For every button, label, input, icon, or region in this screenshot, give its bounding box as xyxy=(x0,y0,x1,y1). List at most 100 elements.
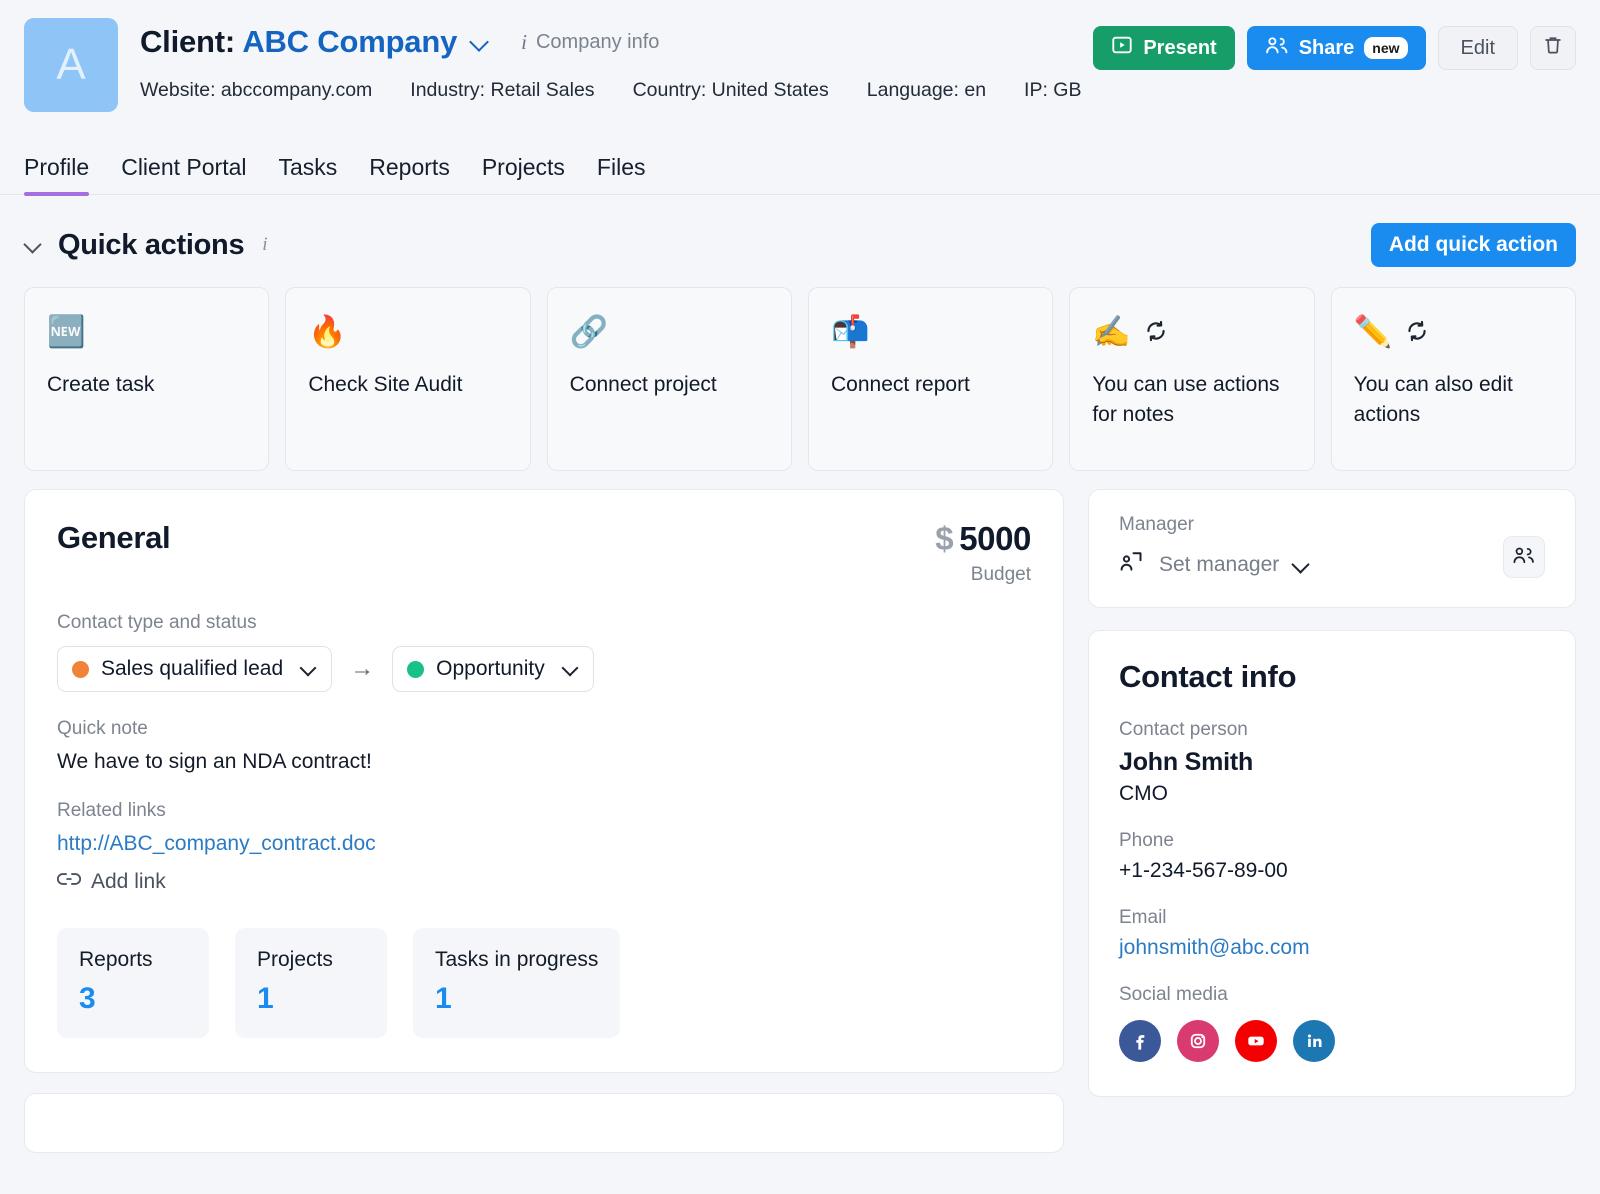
manager-label: Manager xyxy=(1119,514,1194,535)
chevron-down-icon[interactable] xyxy=(469,31,491,53)
company-info-button[interactable]: i Company info xyxy=(521,31,659,54)
writing-hand-icon: ✍️ xyxy=(1092,313,1131,349)
client-name: ABC Company xyxy=(242,24,458,59)
contact-status-row: Sales qualified lead → Opportunity xyxy=(57,646,1031,692)
quick-actions-grid: 🆕 Create task 🔥 Check Site Audit 🔗 Conne… xyxy=(0,267,1600,471)
quick-action-icons: 📬 xyxy=(831,308,1030,354)
header-main: Client: ABC Company i Company info Websi… xyxy=(140,18,1093,102)
manager-left: Manager Set manager xyxy=(1119,514,1503,579)
quick-action-label: Connect report xyxy=(830,373,970,396)
email-value[interactable]: johnsmith@abc.com xyxy=(1119,936,1545,960)
contact-info-title: Contact info xyxy=(1119,659,1297,694)
present-label: Present xyxy=(1143,36,1217,59)
related-links-label: Related links xyxy=(57,800,166,821)
quick-action-label: You can also edit actions xyxy=(1353,373,1513,427)
contact-person-name: John Smith xyxy=(1119,748,1254,776)
manager-card: Manager Set manager xyxy=(1088,489,1576,608)
general-header: General $5000 Budget xyxy=(57,520,1031,586)
tab-files[interactable]: Files xyxy=(597,154,646,194)
stat-card-tasks-in-progress[interactable]: Tasks in progress 1 xyxy=(413,928,621,1038)
related-link[interactable]: http://ABC_company_contract.doc xyxy=(57,832,376,856)
quick-action-card[interactable]: 🆕 Create task xyxy=(24,287,270,471)
meta-industry: Industry: Retail Sales xyxy=(410,79,595,101)
stat-card-projects[interactable]: Projects 1 xyxy=(235,928,387,1038)
quick-action-card[interactable]: ✏️ You can also edit actions xyxy=(1330,287,1576,471)
quick-actions-title: Quick actions xyxy=(58,228,245,261)
sync-icon xyxy=(1143,318,1169,344)
share-button[interactable]: Share new xyxy=(1246,26,1426,70)
arrow-right-icon: → xyxy=(350,655,375,682)
phone-value: +1-234-567-89-00 xyxy=(1119,859,1288,882)
tab-projects[interactable]: Projects xyxy=(482,154,565,194)
social-media-links xyxy=(1119,1020,1545,1062)
quick-action-card[interactable]: 🔗 Connect project xyxy=(546,287,792,471)
stat-value: 1 xyxy=(257,982,274,1015)
quick-action-icons: 🔗 xyxy=(570,308,769,354)
facebook-icon[interactable] xyxy=(1119,1020,1161,1062)
contact-person-label: Contact person xyxy=(1119,719,1248,740)
title-prefix: Client: xyxy=(140,24,236,59)
meta-website: Website: abccompany.com xyxy=(140,79,373,101)
general-title: General xyxy=(57,520,171,555)
stat-label: Projects xyxy=(257,948,333,971)
next-section-card xyxy=(24,1093,1064,1153)
quick-note-value[interactable]: We have to sign an NDA contract! xyxy=(57,750,1031,774)
chevron-down-icon[interactable] xyxy=(24,235,44,255)
share-label: Share xyxy=(1298,36,1355,59)
edit-button[interactable]: Edit xyxy=(1437,26,1518,70)
stat-value: 1 xyxy=(435,982,452,1015)
quick-action-icons: 🔥 xyxy=(308,308,507,354)
set-manager-select[interactable]: Set manager xyxy=(1119,550,1503,579)
chevron-down-icon xyxy=(301,661,317,677)
stat-card-reports[interactable]: Reports 3 xyxy=(57,928,209,1038)
client-meta-row: Website: abccompany.com Industry: Retail… xyxy=(140,79,1093,102)
present-button[interactable]: Present xyxy=(1093,26,1235,70)
chevron-down-icon xyxy=(1293,556,1311,574)
phone-label: Phone xyxy=(1119,830,1174,851)
budget-amount: 5000 xyxy=(959,520,1031,557)
tab-reports[interactable]: Reports xyxy=(369,154,450,194)
info-icon: i xyxy=(521,29,527,54)
right-column: Manager Set manager Contact info Contact… xyxy=(1088,489,1576,1097)
quick-action-card[interactable]: 🔥 Check Site Audit xyxy=(285,287,531,471)
main-content: General $5000 Budget Contact type and st… xyxy=(0,471,1600,1153)
left-column: General $5000 Budget Contact type and st… xyxy=(24,489,1064,1153)
quick-action-icons: ✏️ xyxy=(1354,308,1553,354)
contact-person-role: CMO xyxy=(1119,782,1168,805)
status-dot xyxy=(407,660,425,678)
tab-profile[interactable]: Profile xyxy=(24,154,90,196)
person-add-icon xyxy=(1119,550,1145,579)
tab-tasks[interactable]: Tasks xyxy=(278,154,337,194)
header-actions: Present Share new Edit xyxy=(1093,18,1576,70)
info-icon[interactable]: i xyxy=(262,234,267,256)
manage-team-button[interactable] xyxy=(1503,536,1545,578)
linkedin-icon[interactable] xyxy=(1293,1020,1335,1062)
page-header: A Client: ABC Company i Company info Web… xyxy=(0,0,1600,112)
status-dot xyxy=(72,660,89,678)
tab-client-portal[interactable]: Client Portal xyxy=(121,154,246,194)
instagram-icon[interactable] xyxy=(1177,1020,1219,1062)
mailbox-icon: 📬 xyxy=(830,313,870,349)
delete-button[interactable] xyxy=(1530,26,1576,70)
contact-info-card: Contact info Contact person John Smith C… xyxy=(1088,630,1576,1097)
page-title: Client: ABC Company xyxy=(140,24,457,60)
profile-tabs: Profile Client Portal Tasks Reports Proj… xyxy=(0,124,1600,196)
add-quick-action-button[interactable]: Add quick action xyxy=(1370,223,1576,267)
people-icon xyxy=(1265,34,1289,62)
add-link-label: Add link xyxy=(91,870,166,893)
contact-type-select[interactable]: Sales qualified lead xyxy=(57,646,333,692)
contact-status-select[interactable]: Opportunity xyxy=(392,646,594,692)
add-link-button[interactable]: Add link xyxy=(56,870,1031,894)
youtube-icon[interactable] xyxy=(1235,1020,1277,1062)
quick-action-card[interactable]: ✍️ You can use actions for notes xyxy=(1069,287,1315,471)
currency-symbol: $ xyxy=(935,520,954,557)
contact-type-label: Contact type and status xyxy=(57,612,257,633)
quick-action-label: Connect project xyxy=(569,373,717,396)
social-media-label: Social media xyxy=(1119,984,1228,1005)
general-card: General $5000 Budget Contact type and st… xyxy=(24,489,1064,1073)
stat-value: 3 xyxy=(79,982,96,1015)
quick-action-card[interactable]: 📬 Connect report xyxy=(807,287,1054,471)
company-info-label: Company info xyxy=(535,30,660,53)
stats-row: Reports 3 Projects 1 Tasks in progress 1 xyxy=(57,928,1031,1038)
budget-block: $5000 Budget xyxy=(935,520,1031,586)
